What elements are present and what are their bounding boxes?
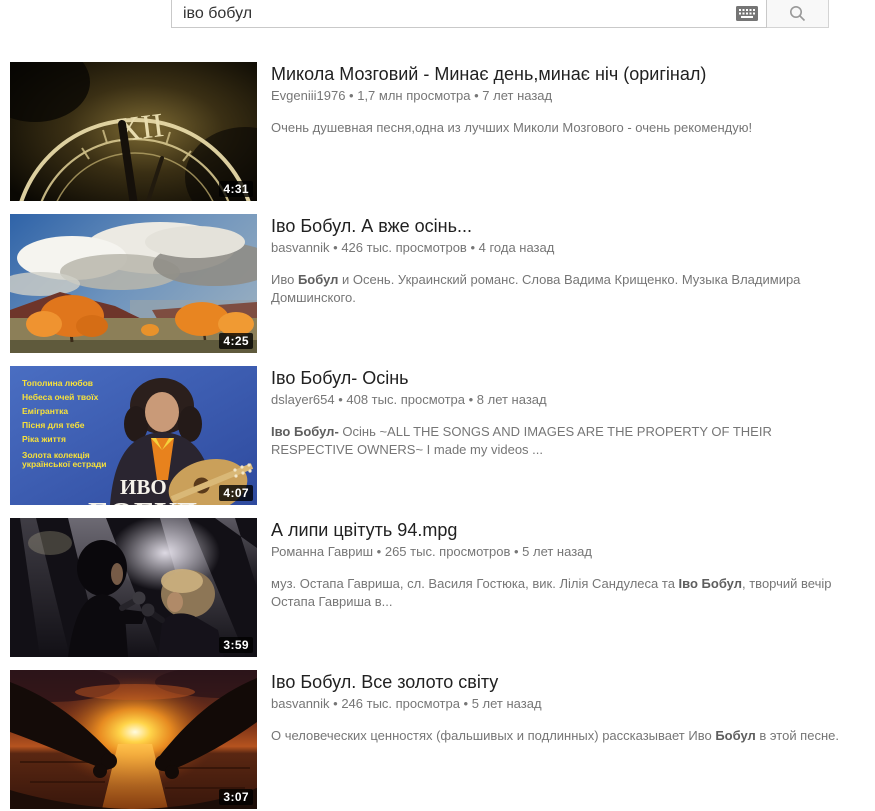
description-segment: Іво Бобул- [271,424,339,439]
description-segment: Бобул [298,272,338,287]
search-result-row: 3:07 Іво Бобул. Все золото світу basvann… [10,670,875,809]
description-segment: в этой песне. [756,728,839,743]
search-button[interactable] [767,0,829,28]
video-description: Очень душевная песня,одна из лучших Мико… [271,119,752,137]
video-description: муз. Остапа Гавриша, сл. Василя Гостюка,… [271,575,839,611]
duration-badge: 4:07 [219,485,253,501]
album-song-label: української естради [22,459,107,469]
video-title[interactable]: Іво Бобул- Осінь [271,367,839,389]
album-song-label: Емігрантка [22,406,68,416]
video-description: О человеческих ценностях (фальшивых и по… [271,727,839,745]
video-title[interactable]: Іво Бобул. А вже осінь... [271,215,839,237]
search-result-row: 3:59 А липи цвітуть 94.mpg Романна Гаври… [10,518,875,657]
duration-badge: 3:07 [219,789,253,805]
album-song-label: Ріка життя [22,434,66,444]
description-segment: Иво [271,272,298,287]
video-meta: dslayer654 • 408 тыс. просмотра • 8 лет … [271,392,839,407]
video-info: Іво Бобул- Осінь dslayer654 • 408 тыс. п… [271,366,839,505]
video-meta: basvannik • 426 тыс. просмотров • 4 года… [271,240,839,255]
search-icon [789,5,806,22]
video-title[interactable]: Іво Бобул. Все золото світу [271,671,839,693]
description-segment: Очень душевная песня,одна из лучших Мико… [271,120,752,135]
description-segment: Осінь ~ALL THE SONGS AND IMAGES ARE THE … [271,424,772,457]
video-info: А липи цвітуть 94.mpg Романна Гавриш • 2… [271,518,839,657]
album-song-label: Пісня для тебе [22,420,85,430]
video-info: Микола Мозговий - Минає день,минає ніч (… [271,62,752,201]
search-input[interactable] [183,0,730,27]
video-thumbnail[interactable]: XII 4:31 [10,62,257,201]
video-title[interactable]: А липи цвітуть 94.mpg [271,519,839,541]
album-song-label: Тополина любов [22,378,93,388]
description-segment: Іво Бобул [679,576,742,591]
video-info: Іво Бобул. Все золото світу basvannik • … [271,670,839,809]
duration-badge: 3:59 [219,637,253,653]
video-meta: Evgeniii1976 • 1,7 млн просмотра • 7 лет… [271,88,752,103]
description-segment: О человеческих ценностях (фальшивых и по… [271,728,715,743]
keyboard-icon[interactable] [736,6,758,21]
description-segment: Бобул [715,728,755,743]
video-meta: basvannik • 246 тыс. просмотра • 5 лет н… [271,696,839,711]
duration-badge: 4:31 [219,181,253,197]
video-thumbnail[interactable]: 4:25 [10,214,257,353]
video-description: Иво Бобул и Осень. Украинский романс. Сл… [271,271,839,307]
search-result-row: 4:25 Іво Бобул. А вже осінь... basvannik… [10,214,875,353]
video-title[interactable]: Микола Мозговий - Минає день,минає ніч (… [271,63,752,85]
video-thumbnail[interactable]: Тополина любов Небеса очей твоїх Емігран… [10,366,257,505]
duration-badge: 4:25 [219,333,253,349]
album-song-label: Небеса очей твоїх [22,392,99,402]
video-thumbnail[interactable]: 3:59 [10,518,257,657]
search-results-list: XII 4:31 Микола Мозговий - Минає день,ми… [0,62,875,809]
video-description: Іво Бобул- Осінь ~ALL THE SONGS AND IMAG… [271,423,839,459]
search-result-row: Тополина любов Небеса очей твоїх Емігран… [10,366,875,505]
search-box[interactable] [171,0,767,28]
video-info: Іво Бобул. А вже осінь... basvannik • 42… [271,214,839,353]
search-header [171,0,875,28]
description-segment: муз. Остапа Гавриша, сл. Василя Гостюка,… [271,576,679,591]
search-result-row: XII 4:31 Микола Мозговий - Минає день,ми… [10,62,875,201]
video-meta: Романна Гавриш • 265 тыс. просмотров • 5… [271,544,839,559]
video-thumbnail[interactable]: 3:07 [10,670,257,809]
description-segment: и Осень. Украинский романс. Слова Вадима… [271,272,800,305]
album-artist-line2: БОБУЛ [88,495,197,505]
